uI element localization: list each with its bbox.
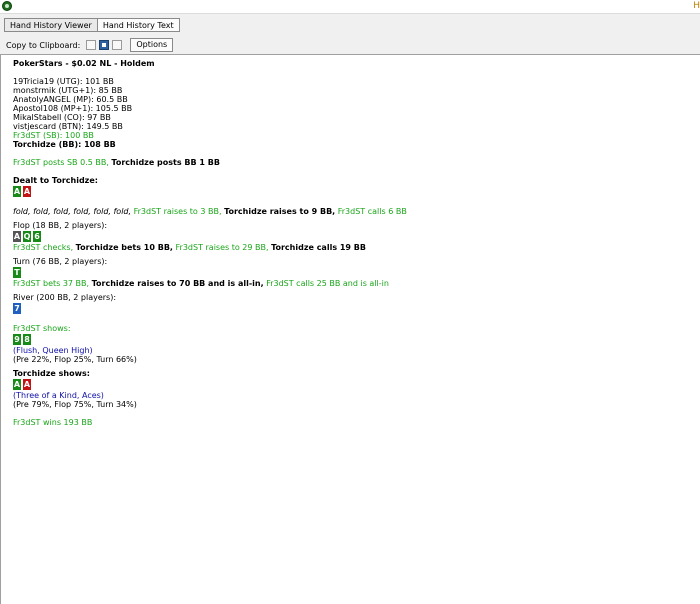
playing-card: 8 [23,334,31,345]
playing-card: A [13,231,21,242]
tab-bar: Hand History Viewer Hand History Text [4,18,180,32]
card-group: T [13,267,693,278]
action: Fr3dST raises to 3 BB, [133,207,222,216]
tab-hand-history-text[interactable]: Hand History Text [97,18,180,32]
seat-line-hero: Fr3dST (SB): 100 BB [13,131,94,140]
seat-line: monstrmik (UTG+1): 85 BB [13,86,123,95]
action: Torchidze raises to 9 BB, [224,207,336,216]
copy-text-icon[interactable] [112,40,123,50]
action: Fr3dST bets 37 BB, [13,279,90,288]
card-group: 7 [13,303,693,314]
blinds-line: Fr3dST posts SB 0.5 BB, Torchidze posts … [13,158,693,167]
hand-rank: (Three of a Kind, Aces) [13,391,104,400]
toolbar: Copy to Clipboard: Options [6,38,174,52]
card-group: AQ6 [13,231,693,242]
title-text: H [693,1,700,11]
flop-label: Flop (18 BB, 2 players): [13,221,108,230]
seat-line: AnatolyANGEL (MP): 60.5 BB [13,95,128,104]
playing-card: A [23,186,31,197]
action: Fr3dST calls 6 BB [337,207,407,216]
sb-post: Fr3dST posts SB 0.5 BB, [13,158,109,167]
copy-to-clipboard-label: Copy to Clipboard: [6,40,81,50]
seat-line: MikalStabell (CO): 97 BB [13,113,111,122]
result-line: Fr3dST wins 193 BB [13,418,93,427]
preflop-actions: fold, fold, fold, fold, fold, fold, Fr3d… [13,207,693,216]
card-group: 98 [13,334,693,345]
hand-rank: (Flush, Queen High) [13,346,93,355]
playing-card: A [13,379,21,390]
copy-image-icon[interactable] [86,40,97,50]
playing-card: Q [23,231,31,242]
dealt-label: Dealt to Torchidze: [13,176,98,185]
playing-card: 7 [13,303,21,314]
poker-chip-icon [2,1,12,11]
playing-card: 9 [13,334,21,345]
action: Torchidze raises to 70 BB and is all-in, [91,279,264,288]
playing-card: T [13,267,21,278]
playing-card: A [13,186,21,197]
action: Torchidze calls 19 BB [271,243,366,252]
card-group: AA [13,379,693,390]
hand-history-text: PokerStars - $0.02 NL - Holdem 19Tricia1… [13,59,693,427]
flop-actions: Fr3dST checks, Torchidze bets 10 BB, Fr3… [13,243,693,252]
equity-line: (Pre 22%, Flop 25%, Turn 66%) [13,355,137,364]
turn-actions: Fr3dST bets 37 BB, Torchidze raises to 7… [13,279,693,288]
seat-line: vistjescard (BTN): 149.5 BB [13,122,123,131]
turn-label: Turn (76 BB, 2 players): [13,257,108,266]
bb-post: Torchidze posts BB 1 BB [111,158,220,167]
copy-forum-icon[interactable] [99,40,110,50]
showdown-label: Fr3dST shows: [13,324,71,333]
action: Fr3dST raises to 29 BB, [175,243,269,252]
fold-actions: fold, fold, fold, fold, fold, fold, [13,207,132,216]
seat-line-villain: Torchidze (BB): 108 BB [13,140,116,149]
card-group: AA [13,186,693,197]
action: Torchidze bets 10 BB, [75,243,173,252]
options-button[interactable]: Options [130,38,174,52]
action: Fr3dST calls 25 BB and is all-in [266,279,389,288]
equity-line: (Pre 79%, Flop 75%, Turn 34%) [13,400,137,409]
showdown-label: Torchidze shows: [13,369,90,378]
title-bar: H [0,0,700,14]
seat-line: 19Tricia19 (UTG): 101 BB [13,77,114,86]
action: Fr3dST checks, [13,243,74,252]
playing-card: A [23,379,31,390]
hand-header: PokerStars - $0.02 NL - Holdem [13,59,155,68]
seat-line: Apostol108 (MP+1): 105.5 BB [13,104,133,113]
playing-card: 6 [33,231,41,242]
hand-history-panel: PokerStars - $0.02 NL - Holdem 19Tricia1… [0,54,700,604]
river-label: River (200 BB, 2 players): [13,293,117,302]
tab-hand-history-viewer[interactable]: Hand History Viewer [4,18,98,32]
